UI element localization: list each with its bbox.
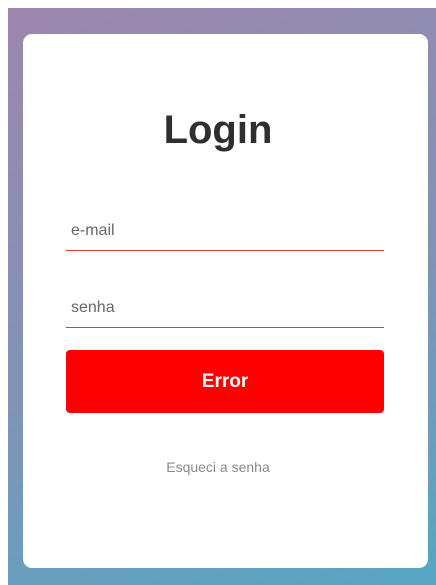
submit-button[interactable]: Error: [66, 350, 384, 413]
forgot-password-link[interactable]: Esqueci a senha: [0, 458, 436, 476]
password-field[interactable]: [66, 288, 384, 328]
page-title: Login: [163, 108, 273, 152]
email-field[interactable]: [66, 211, 384, 251]
